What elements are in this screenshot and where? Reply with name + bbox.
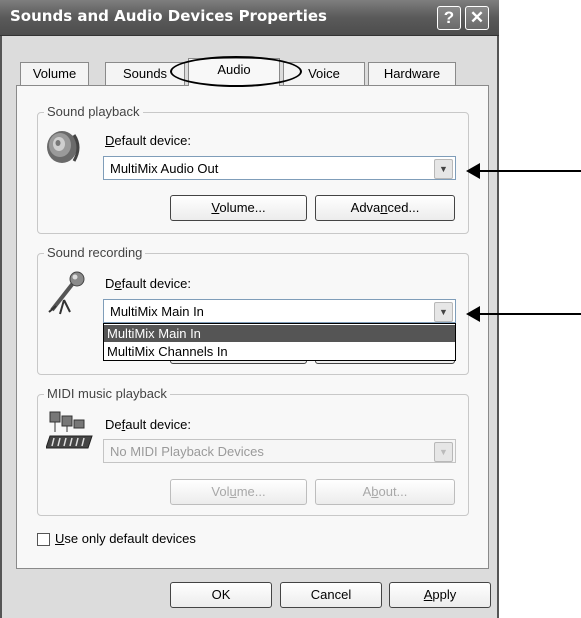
annotation-arrow-line [478,170,581,172]
annotation-ellipse [170,56,302,87]
chevron-down-icon[interactable]: ▼ [434,442,453,462]
annotation-arrow-line [478,313,581,315]
dropdown-option[interactable]: MultiMix Channels In [104,343,455,360]
chevron-down-icon[interactable]: ▼ [434,302,453,322]
playback-device-select[interactable]: MultiMix Audio Out ▼ [103,156,456,180]
midi-about-button[interactable]: About... [315,479,455,505]
microphone-icon [48,271,85,315]
midi-playback-label: MIDI music playback [44,386,170,401]
chevron-down-icon[interactable]: ▼ [434,159,453,179]
playback-device-value: MultiMix Audio Out [110,161,219,176]
tab-volume[interactable]: Volume [20,62,89,85]
playback-device-label: Default device: [105,133,191,148]
sound-recording-label: Sound recording [44,245,146,260]
title-bar[interactable]: Sounds and Audio Devices Properties ? ✕ [0,0,499,36]
window-title: Sounds and Audio Devices Properties [10,7,327,25]
midi-device-value: No MIDI Playback Devices [110,444,264,459]
playback-volume-button[interactable]: Volume... [170,195,307,221]
ok-button[interactable]: OK [170,582,272,608]
midi-volume-button[interactable]: Volume... [170,479,307,505]
midi-device-label: Default device: [105,417,192,432]
use-default-devices-label[interactable]: Use only default devices [55,531,196,546]
recording-device-label: Default device: [105,276,191,291]
tab-hardware[interactable]: Hardware [368,62,456,85]
playback-advanced-button[interactable]: Advanced... [315,195,455,221]
recording-device-value: MultiMix Main In [110,304,204,319]
speaker-icon [47,131,80,163]
cancel-button[interactable]: Cancel [280,582,382,608]
sound-playback-label: Sound playback [44,104,143,119]
close-button[interactable]: ✕ [465,6,489,30]
use-default-devices-checkbox[interactable] [37,533,50,546]
recording-device-dropdown[interactable]: MultiMix Main In MultiMix Channels In [103,323,456,361]
apply-button[interactable]: Apply [389,582,491,608]
dropdown-option[interactable]: MultiMix Main In [104,325,455,342]
recording-device-select[interactable]: MultiMix Main In ▼ [103,299,456,323]
help-button[interactable]: ? [437,6,461,30]
midi-keyboard-icon [46,411,93,449]
midi-device-select[interactable]: No MIDI Playback Devices ▼ [103,439,456,463]
